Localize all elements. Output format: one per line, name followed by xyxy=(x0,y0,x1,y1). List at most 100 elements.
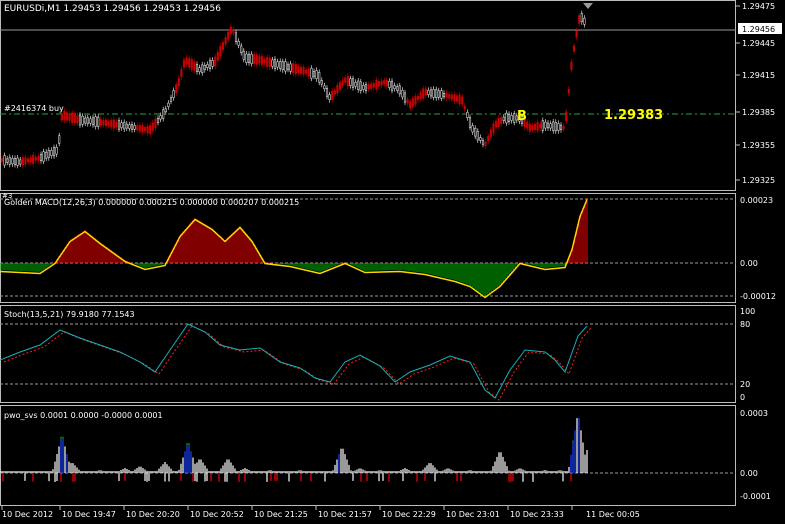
price-candle-body xyxy=(432,89,435,98)
price-candle-body xyxy=(255,54,258,65)
price-candle-body xyxy=(502,116,505,121)
current-price-text: 1.29456 xyxy=(742,25,775,34)
price-candle-body xyxy=(336,84,339,94)
price-candle-body xyxy=(583,17,586,25)
price-candle-body xyxy=(487,135,490,142)
price-candle-body xyxy=(39,154,43,161)
price-candle-body xyxy=(544,121,547,129)
pwo-header: pwo_svs 0.0001 0.0000 -0.0000 0.0001 xyxy=(4,411,163,420)
price-candle-body xyxy=(318,72,321,83)
price-candle-body xyxy=(143,126,147,132)
price-candle-body xyxy=(474,127,477,137)
price-candle-body xyxy=(377,81,381,87)
order-price-label: 1.29383 xyxy=(604,108,663,123)
svg-text:10 Dec 19:47: 10 Dec 19:47 xyxy=(62,510,116,519)
macd-panel-frame xyxy=(0,193,736,303)
price-candle-body xyxy=(182,59,186,68)
price-panel[interactable]: EURUSDi,M1 1.29453 1.29456 1.29453 1.294… xyxy=(0,3,736,169)
price-candle-body xyxy=(468,117,472,128)
stoch-panel[interactable]: Stoch(13,5,21) 79.9180 77.1543 xyxy=(0,310,736,401)
price-candle-body xyxy=(198,67,201,73)
price-candle-body xyxy=(294,63,297,75)
price-candle-body xyxy=(29,157,32,163)
price-candle-body xyxy=(554,122,557,132)
price-candle-body xyxy=(16,157,19,166)
price-candle-body xyxy=(276,61,279,68)
stoch-axis: 100 80 20 0 xyxy=(740,307,755,402)
price-candle-body xyxy=(372,83,375,88)
price-candle-body xyxy=(333,90,336,95)
price-candle-body xyxy=(172,90,175,98)
price-candle-body xyxy=(388,80,391,88)
price-candle-body xyxy=(349,78,352,86)
price-candle-body xyxy=(268,57,271,68)
price-candle-body xyxy=(273,58,277,69)
svg-text:1.29415: 1.29415 xyxy=(742,71,775,80)
trading-terminal-chart[interactable]: EURUSDi,M1 1.29453 1.29456 1.29453 1.294… xyxy=(0,0,785,524)
price-candle-body xyxy=(130,124,134,130)
price-candle-body xyxy=(406,99,409,104)
price-candle-body xyxy=(206,64,209,68)
price-candle-body xyxy=(63,110,66,121)
svg-text:10 Dec 22:29: 10 Dec 22:29 xyxy=(382,510,436,519)
price-candle-body xyxy=(390,80,394,91)
order-marker[interactable]: B xyxy=(517,109,527,124)
price-candle-body xyxy=(227,31,230,40)
price-candle-body xyxy=(289,63,292,72)
price-candle-body xyxy=(164,108,167,113)
svg-text:1.29445: 1.29445 xyxy=(742,39,775,48)
price-candle-body xyxy=(99,118,102,126)
price-candle-body xyxy=(271,59,274,67)
price-candle-body xyxy=(481,140,485,145)
price-candle-body xyxy=(120,122,123,129)
price-candle-body xyxy=(123,122,126,130)
price-candle-body xyxy=(281,61,284,70)
price-candle-body xyxy=(578,15,581,24)
price-candle-body xyxy=(328,94,331,101)
time-axis: 10 Dec 2012 10 Dec 19:47 10 Dec 20:20 10… xyxy=(1,506,640,519)
macd-panel[interactable]: #3 Golden MACD(12,26,3) 0.000000 0.00021… xyxy=(0,192,736,299)
price-candle-body xyxy=(260,56,264,65)
pwo-panel[interactable]: pwo_svs 0.0001 0.0000 -0.0000 0.0001 xyxy=(0,411,736,482)
price-candle-body xyxy=(497,117,500,128)
price-candle-body xyxy=(315,70,318,79)
price-candles xyxy=(0,10,586,169)
price-candle-body xyxy=(455,95,459,102)
price-candle-body xyxy=(442,93,446,97)
svg-text:1.29385: 1.29385 xyxy=(742,108,775,117)
price-candle-body xyxy=(546,122,550,129)
price-candle-body xyxy=(383,80,386,85)
price-candle-body xyxy=(81,115,84,125)
price-candle-body xyxy=(403,92,407,103)
price-candle-body xyxy=(492,123,495,133)
price-candle-body xyxy=(201,64,204,73)
svg-text:1.29325: 1.29325 xyxy=(742,176,775,185)
price-axis: 1.29475 1.29445 1.29415 1.29385 1.29355 … xyxy=(736,2,782,185)
price-candle-body xyxy=(539,123,542,129)
svg-text:80: 80 xyxy=(740,320,750,329)
price-candle-body xyxy=(299,66,303,74)
price-candle-body xyxy=(341,80,344,86)
price-candle-body xyxy=(232,29,235,34)
price-candle-body xyxy=(125,123,128,129)
price-candle-body xyxy=(531,125,534,130)
price-candle-body xyxy=(240,45,243,53)
price-candle-body xyxy=(162,109,165,119)
svg-text:20: 20 xyxy=(740,380,750,389)
pwo-histogram xyxy=(0,418,588,482)
pwo-axis: 0.0003 0.00 -0.0001 xyxy=(740,409,771,501)
price-candle-body xyxy=(13,158,17,165)
price-candle-body xyxy=(562,126,565,130)
price-candle-body xyxy=(510,115,513,121)
price-candle-body xyxy=(193,61,196,71)
price-candle-body xyxy=(102,119,105,126)
price-candle-body xyxy=(305,69,308,74)
price-candle-body xyxy=(396,86,399,91)
price-candle-body xyxy=(138,124,141,132)
price-candle-body xyxy=(26,158,30,163)
price-candle-body xyxy=(185,57,188,65)
price-candle-body xyxy=(344,77,347,83)
price-candle-body xyxy=(440,90,443,99)
price-candle-body xyxy=(279,61,282,69)
order-label[interactable]: #2416374 buy xyxy=(4,104,64,113)
